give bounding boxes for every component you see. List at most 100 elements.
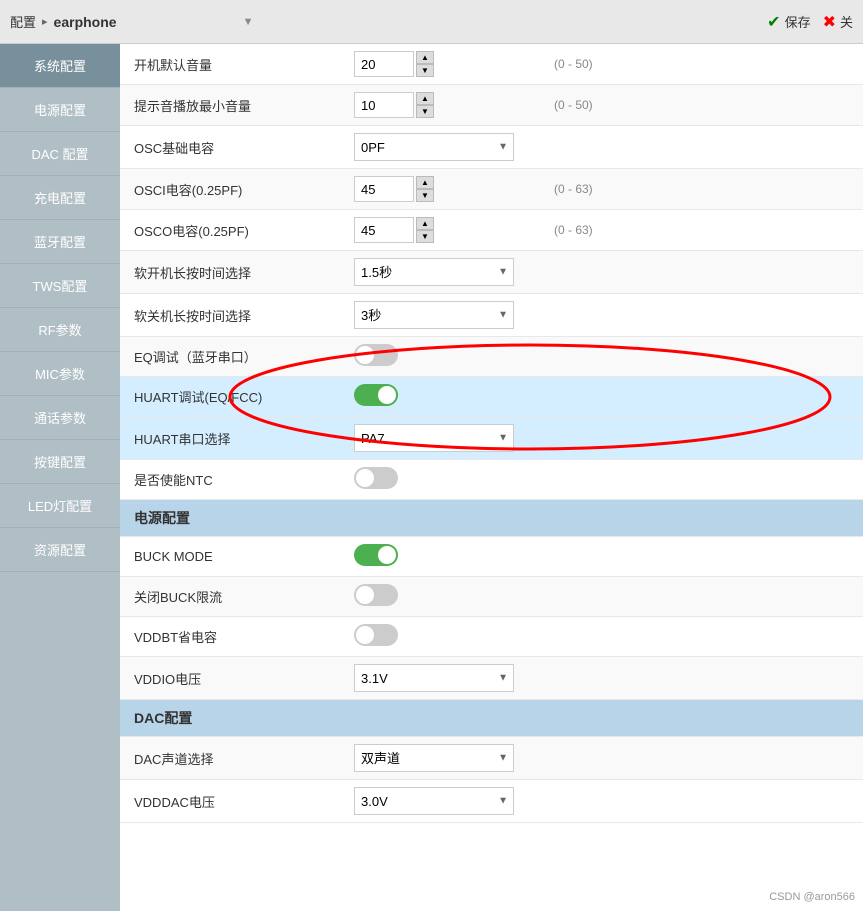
select-wrapper: 3.1V3.0V2.9V: [354, 664, 514, 692]
sidebar-item-led[interactable]: LED灯配置: [0, 484, 120, 528]
row-label: OSCI电容(0.25PF): [120, 169, 340, 210]
breadcrumb: 配置 ▸ earphone ▼: [10, 12, 253, 31]
row-label: 是否使能NTC: [120, 460, 340, 500]
row-label: VDDDAC电压: [120, 780, 340, 823]
section-header-row: 电源配置: [120, 500, 863, 537]
section-header-row: DAC配置: [120, 700, 863, 737]
spinbox-input[interactable]: [354, 51, 414, 77]
toggle-thumb: [356, 346, 374, 364]
row-label: OSC基础电容: [120, 126, 340, 169]
row-label: OSCO电容(0.25PF): [120, 210, 340, 251]
vdddac-select[interactable]: 3.0V2.9V: [354, 787, 514, 815]
row-hint: (0 - 50): [540, 85, 863, 126]
table-row: 开机默认音量 ▲ ▼ (0 - 50): [120, 44, 863, 85]
sidebar-item-call[interactable]: 通话参数: [0, 396, 120, 440]
spinbox-input[interactable]: [354, 217, 414, 243]
spinbox-wrapper: ▲ ▼: [354, 176, 526, 202]
power-off-time-select[interactable]: 2秒3秒4秒: [354, 301, 514, 329]
toggle-thumb: [356, 586, 374, 604]
profile-dropdown-arrow[interactable]: ▼: [243, 16, 254, 28]
spin-up[interactable]: ▲: [416, 176, 434, 189]
eq-debug-toggle[interactable]: [354, 344, 398, 366]
sidebar-item-key[interactable]: 按键配置: [0, 440, 120, 484]
sidebar-item-rf[interactable]: RF参数: [0, 308, 120, 352]
spin-down[interactable]: ▼: [416, 189, 434, 202]
row-hint: [540, 577, 863, 617]
top-bar-actions: ✔ 保存 ✖ 关: [767, 12, 853, 32]
row-label: 软关机长按时间选择: [120, 294, 340, 337]
table-row: VDDIO电压 3.1V3.0V2.9V: [120, 657, 863, 700]
row-value: PA7PA6PB0: [340, 417, 540, 460]
row-hint: [540, 417, 863, 460]
select-wrapper: 3.0V2.9V: [354, 787, 514, 815]
huart-debug-toggle[interactable]: [354, 384, 398, 406]
row-value: 3.0V2.9V: [340, 780, 540, 823]
table-row: HUART串口选择 PA7PA6PB0: [120, 417, 863, 460]
save-label: 保存: [785, 12, 811, 31]
sidebar-item-dac[interactable]: DAC 配置: [0, 132, 120, 176]
row-hint: (0 - 63): [540, 210, 863, 251]
vddbt-toggle[interactable]: [354, 624, 398, 646]
sidebar-item-bluetooth[interactable]: 蓝牙配置: [0, 220, 120, 264]
sidebar-item-mic[interactable]: MIC参数: [0, 352, 120, 396]
row-value: [340, 460, 540, 500]
buck-mode-toggle[interactable]: [354, 544, 398, 566]
row-label: HUART串口选择: [120, 417, 340, 460]
row-hint: [540, 537, 863, 577]
row-value: 双声道左声道右声道: [340, 737, 540, 780]
dac-channel-select[interactable]: 双声道左声道右声道: [354, 744, 514, 772]
row-hint: [540, 251, 863, 294]
table-row: OSCO电容(0.25PF) ▲ ▼ (0 - 63): [120, 210, 863, 251]
sidebar-item-charge[interactable]: 充电配置: [0, 176, 120, 220]
spin-down[interactable]: ▼: [416, 230, 434, 243]
table-row: VDDDAC电压 3.0V2.9V: [120, 780, 863, 823]
spin-up[interactable]: ▲: [416, 217, 434, 230]
spinbox-wrapper: ▲ ▼: [354, 51, 526, 77]
save-button[interactable]: ✔ 保存: [767, 12, 810, 32]
row-hint: [540, 460, 863, 500]
vddio-select[interactable]: 3.1V3.0V2.9V: [354, 664, 514, 692]
row-value: ▲ ▼: [340, 210, 540, 251]
table-row: HUART调试(EQ/FCC): [120, 377, 863, 417]
spinbox-input[interactable]: [354, 176, 414, 202]
spin-buttons: ▲ ▼: [416, 51, 434, 77]
huart-port-select[interactable]: PA7PA6PB0: [354, 424, 514, 452]
select-wrapper: 2秒3秒4秒: [354, 301, 514, 329]
toggle-thumb: [378, 546, 396, 564]
power-section-header: 电源配置: [120, 500, 863, 536]
content-area: 开机默认音量 ▲ ▼ (0 - 50) 提示音播放最小: [120, 44, 863, 911]
power-on-time-select[interactable]: 1.5秒2秒3秒: [354, 258, 514, 286]
sidebar-item-tws[interactable]: TWS配置: [0, 264, 120, 308]
spinbox-wrapper: ▲ ▼: [354, 217, 526, 243]
spinbox-input[interactable]: [354, 92, 414, 118]
watermark: CSDN @aron566: [769, 891, 855, 903]
sidebar-item-resource[interactable]: 资源配置: [0, 528, 120, 572]
sidebar: 系统配置 电源配置 DAC 配置 充电配置 蓝牙配置 TWS配置 RF参数 MI…: [0, 44, 120, 911]
row-value: [340, 337, 540, 377]
close-button[interactable]: ✖ 关: [823, 12, 853, 32]
dac-section-header: DAC配置: [120, 700, 863, 736]
osc-select[interactable]: 0PF1PF2PF: [354, 133, 514, 161]
ntc-toggle[interactable]: [354, 467, 398, 489]
row-value: [340, 377, 540, 417]
spin-up[interactable]: ▲: [416, 92, 434, 105]
row-label: EQ调试（蓝牙串口）: [120, 337, 340, 377]
sidebar-item-power[interactable]: 电源配置: [0, 88, 120, 132]
main-layout: 系统配置 电源配置 DAC 配置 充电配置 蓝牙配置 TWS配置 RF参数 MI…: [0, 44, 863, 911]
save-icon: ✔: [767, 12, 780, 32]
select-wrapper: 双声道左声道右声道: [354, 744, 514, 772]
spin-down[interactable]: ▼: [416, 105, 434, 118]
table-row: 提示音播放最小音量 ▲ ▼ (0 - 50): [120, 85, 863, 126]
buck-limit-toggle[interactable]: [354, 584, 398, 606]
row-hint: (0 - 50): [540, 44, 863, 85]
sidebar-item-system[interactable]: 系统配置: [0, 44, 120, 88]
row-hint: [540, 737, 863, 780]
row-value: [340, 537, 540, 577]
spin-up[interactable]: ▲: [416, 51, 434, 64]
row-hint: [540, 377, 863, 417]
row-value: ▲ ▼: [340, 85, 540, 126]
spin-down[interactable]: ▼: [416, 64, 434, 77]
spin-buttons: ▲ ▼: [416, 217, 434, 243]
table-row: 软开机长按时间选择 1.5秒2秒3秒: [120, 251, 863, 294]
row-hint: [540, 617, 863, 657]
